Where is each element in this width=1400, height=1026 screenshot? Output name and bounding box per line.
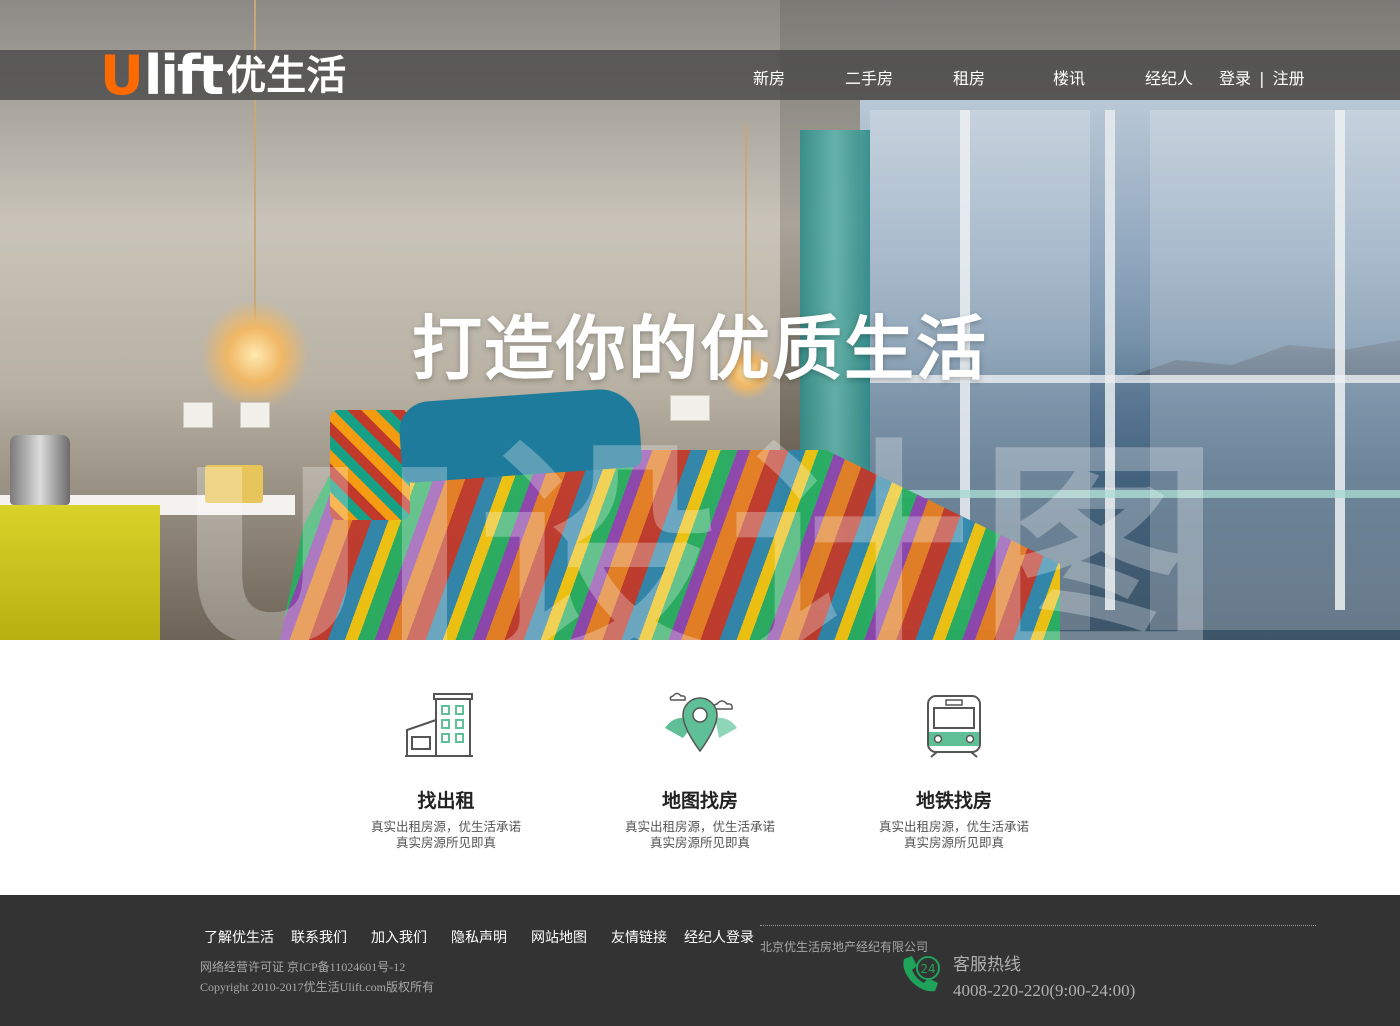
- map-pin-icon: [665, 692, 737, 753]
- hotline-label: 客服热线: [953, 955, 1021, 975]
- feature-title: 地图找房: [661, 790, 738, 812]
- footer-link-about[interactable]: 了解优生活: [204, 927, 274, 947]
- footer-link-contact[interactable]: 联系我们: [291, 927, 347, 947]
- feature-title: 地铁找房: [915, 790, 992, 812]
- feature-desc-line: 真实出租房源，优生活承诺: [624, 819, 775, 834]
- yellow-blanket: [0, 505, 160, 640]
- hero-watermark: UI设计图: [175, 419, 1230, 640]
- feature-rent[interactable]: 找出租 真实出租房源，优生活承诺 真实房源所见即真: [336, 690, 556, 851]
- hotline-badge: 24: [920, 962, 935, 976]
- hotline-number[interactable]: 4008-220-220(9:00-24:00): [953, 981, 1135, 1001]
- feature-desc-line: 真实房源所见即真: [395, 835, 496, 850]
- footer-divider: [760, 925, 1316, 926]
- feature-desc: 真实出租房源，优生活承诺 真实房源所见即真: [336, 819, 556, 851]
- building-icon: [405, 693, 473, 757]
- feature-title: 找出租: [417, 790, 475, 812]
- feature-desc-line: 真实房源所见即真: [903, 835, 1004, 850]
- feature-desc-line: 真实出租房源，优生活承诺: [370, 819, 521, 834]
- feature-desc-line: 真实房源所见即真: [649, 835, 750, 850]
- hero-headline: 打造你的优质生活: [412, 308, 988, 390]
- footer-link-join[interactable]: 加入我们: [371, 927, 427, 947]
- footer-link-agent-login[interactable]: 经纪人登录: [684, 927, 754, 947]
- kettle: [10, 435, 70, 505]
- logo-chinese: 优生活: [226, 53, 347, 99]
- auth-links: 登录 | 注册: [1219, 65, 1305, 89]
- nav-item-news[interactable]: 楼讯: [1053, 65, 1085, 89]
- login-link[interactable]: 登录: [1219, 69, 1251, 88]
- auth-separator: |: [1259, 69, 1265, 88]
- feature-map-search[interactable]: 地图找房 真实出租房源，优生活承诺 真实房源所见即真: [590, 690, 810, 851]
- nav-item-agents[interactable]: 经纪人: [1145, 65, 1193, 89]
- logo-u: U: [100, 44, 144, 107]
- feature-subway-search[interactable]: 地铁找房 真实出租房源，优生活承诺 真实房源所见即真: [844, 690, 1064, 851]
- nav-item-resale[interactable]: 二手房: [845, 65, 893, 89]
- register-link[interactable]: 注册: [1273, 69, 1305, 88]
- feature-desc: 真实出租房源，优生活承诺 真实房源所见即真: [844, 819, 1064, 851]
- site-logo[interactable]: U lift 优生活: [100, 38, 346, 114]
- subway-icon: [927, 695, 981, 758]
- footer-license: 网络经营许可证 京ICP备11024601号-12: [200, 960, 406, 974]
- nav-item-rent[interactable]: 租房: [953, 65, 985, 89]
- feature-desc: 真实出租房源，优生活承诺 真实房源所见即真: [590, 819, 810, 851]
- logo-lift: lift: [143, 44, 224, 107]
- phone-24h-icon: 24: [903, 956, 940, 992]
- footer-link-sitemap[interactable]: 网站地图: [531, 927, 587, 947]
- nav-item-new-homes[interactable]: 新房: [753, 65, 785, 89]
- footer-copyright: Copyright 2010-2017优生活Ulift.com版权所有: [200, 980, 434, 994]
- footer-link-friends[interactable]: 友情链接: [611, 927, 667, 947]
- feature-desc-line: 真实出租房源，优生活承诺: [878, 819, 1029, 834]
- footer-link-privacy[interactable]: 隐私声明: [451, 927, 507, 947]
